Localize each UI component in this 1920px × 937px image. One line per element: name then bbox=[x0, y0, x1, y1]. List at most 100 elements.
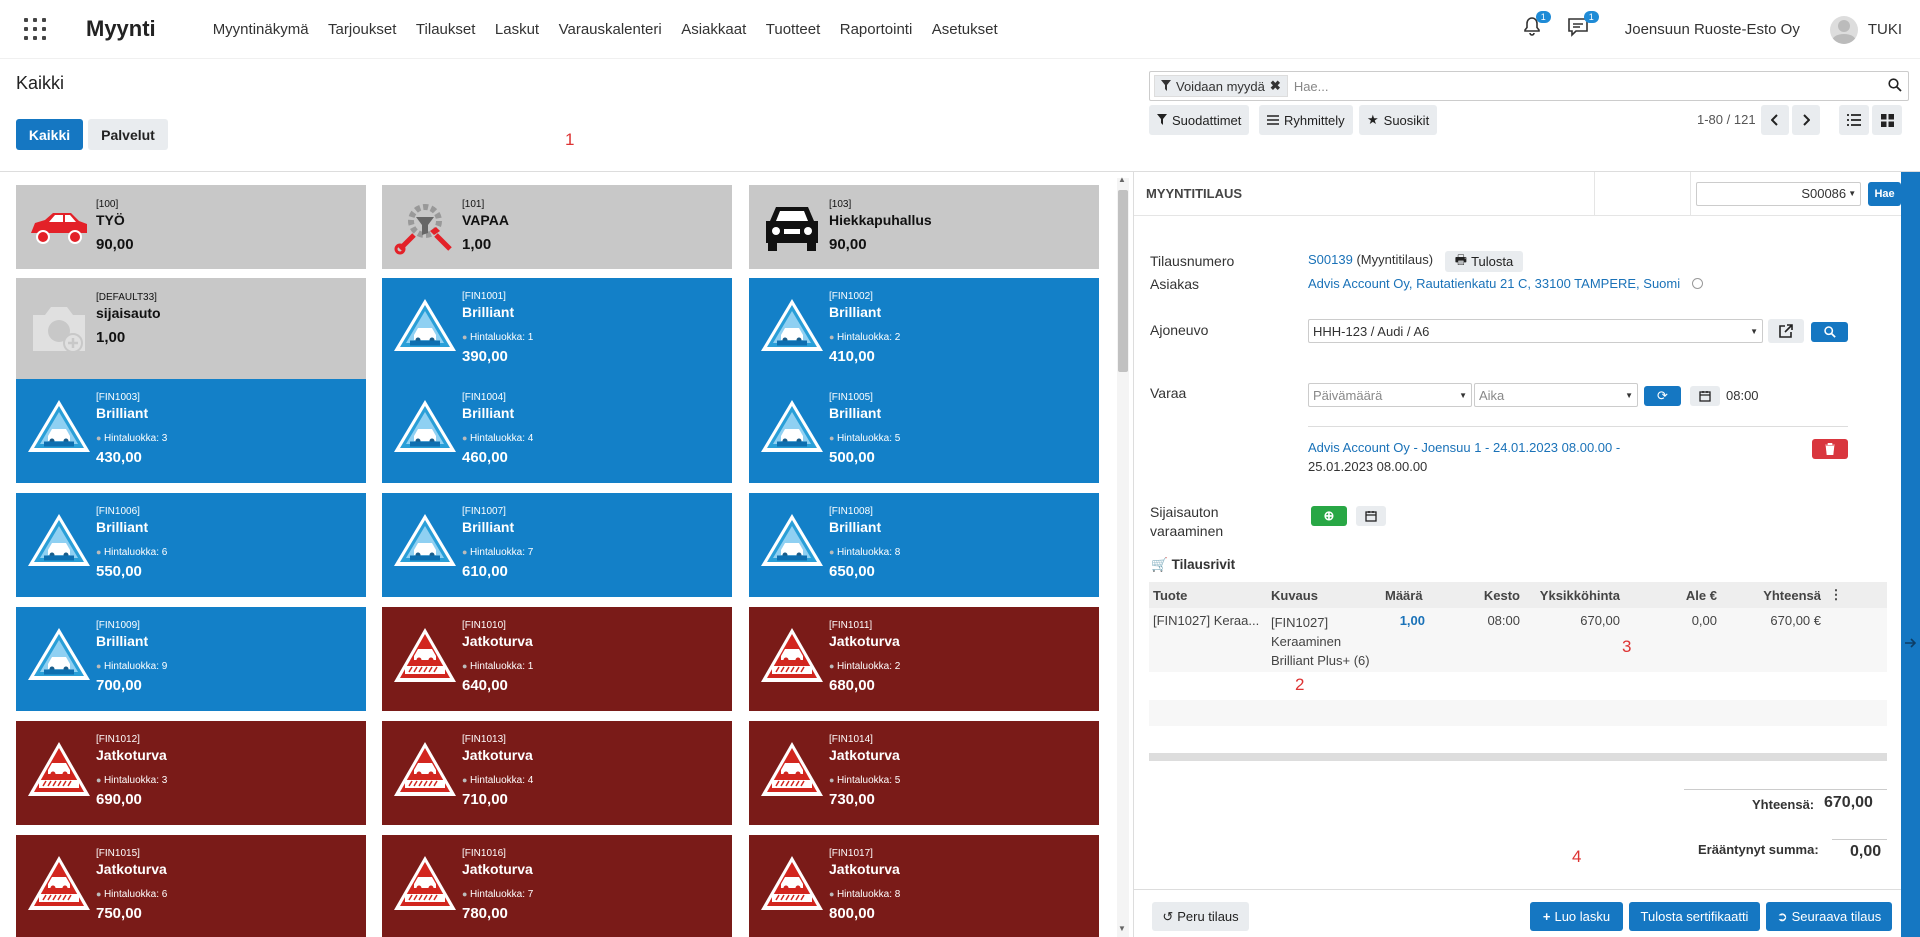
kanban-view-button[interactable] bbox=[1872, 105, 1902, 135]
line-unit-price[interactable]: 670,00 bbox=[1520, 613, 1620, 672]
pager-value[interactable]: 1-80 / 121 bbox=[1697, 112, 1756, 127]
menu-item[interactable]: Asetukset bbox=[932, 21, 998, 38]
filter-services-button[interactable]: Palvelut bbox=[88, 119, 168, 150]
calendar-button[interactable] bbox=[1690, 386, 1720, 406]
column-header[interactable]: Kesto bbox=[1425, 588, 1520, 603]
vehicle-select[interactable]: HHH-123 / Audi / A6 ▼ bbox=[1308, 319, 1763, 343]
product-card[interactable]: [FIN1001] Brilliant ● Hintaluokka: 1 390,00 bbox=[382, 278, 732, 382]
add-replacement-button[interactable]: ⊕ bbox=[1311, 506, 1347, 526]
booking-link[interactable]: Advis Account Oy - Joensuu 1 - 24.01.202… bbox=[1308, 440, 1620, 455]
line-desc-3: Brilliant Plus+ (6) bbox=[1271, 653, 1370, 668]
company-switcher[interactable]: Joensuun Ruoste-Esto Oy bbox=[1625, 21, 1800, 38]
order-select[interactable]: S00086 ▼ bbox=[1695, 181, 1862, 206]
column-header[interactable]: Tuote bbox=[1149, 588, 1267, 603]
pager-next-button[interactable] bbox=[1792, 105, 1820, 135]
order-lines-title: 🛒 Tilausrivit bbox=[1151, 557, 1235, 573]
product-card[interactable]: [FIN1009] Brilliant ● Hintaluokka: 9 700,00 bbox=[16, 607, 366, 711]
menu-item[interactable]: Asiakkaat bbox=[681, 21, 746, 38]
customer-radio[interactable] bbox=[1692, 278, 1703, 289]
scroll-up-icon[interactable]: ▲ bbox=[1118, 175, 1126, 184]
product-card[interactable]: [DEFAULT33] sijaisauto 1,00 bbox=[16, 278, 366, 382]
customer-link[interactable]: Advis Account Oy, Rautatienkatu 21 C, 33… bbox=[1308, 276, 1680, 291]
side-panel-toggle[interactable] bbox=[1901, 172, 1920, 937]
line-duration[interactable]: 08:00 bbox=[1425, 613, 1520, 672]
menu-item[interactable]: Varauskalenteri bbox=[559, 21, 662, 38]
column-header[interactable]: Yksikköhinta bbox=[1520, 588, 1620, 603]
replacement-calendar-button[interactable] bbox=[1356, 506, 1386, 526]
scrollbar-thumb[interactable] bbox=[1118, 190, 1128, 372]
next-order-button[interactable]: ➲ Seuraava tilaus bbox=[1766, 902, 1892, 931]
filter-all-button[interactable]: Kaikki bbox=[16, 119, 83, 150]
product-card[interactable]: [FIN1017] Jatkoturva ● Hintaluokka: 8 800,0… bbox=[749, 835, 1099, 937]
total-value: 670,00 bbox=[1824, 794, 1873, 811]
avatar[interactable] bbox=[1829, 15, 1858, 44]
product-card[interactable]: [FIN1015] Jatkoturva ● Hintaluokka: 6 750,0… bbox=[16, 835, 366, 937]
search-bar[interactable]: Voidaan myydä ✖ Hae... bbox=[1149, 71, 1909, 101]
list-view-button[interactable] bbox=[1839, 105, 1869, 135]
search-vehicle-button[interactable] bbox=[1811, 322, 1848, 342]
product-card[interactable]: [FIN1014] Jatkoturva ● Hintaluokka: 5 730,0… bbox=[749, 721, 1099, 825]
remove-facet-icon[interactable]: ✖ bbox=[1270, 78, 1281, 94]
total-label: Yhteensä: bbox=[1752, 797, 1815, 812]
product-card[interactable]: [FIN1004] Brilliant ● Hintaluokka: 4 460,00 bbox=[382, 379, 732, 483]
product-card[interactable]: [FIN1006] Brilliant ● Hintaluokka: 6 550,00 bbox=[16, 493, 366, 597]
product-card[interactable]: [FIN1008] Brilliant ● Hintaluokka: 8 650,00 bbox=[749, 493, 1099, 597]
apps-menu-icon[interactable] bbox=[24, 18, 46, 40]
favorites-button[interactable]: ★ Suosikit bbox=[1359, 105, 1438, 135]
product-card[interactable]: [103] Hiekkapuhallus 90,00 bbox=[749, 185, 1099, 269]
search-icon[interactable] bbox=[1888, 78, 1902, 95]
user-name[interactable]: TUKI bbox=[1868, 21, 1902, 38]
messages-icon[interactable]: 1 bbox=[1567, 11, 1599, 42]
product-card[interactable]: [101] VAPAA 1,00 bbox=[382, 185, 732, 269]
product-card[interactable]: [FIN1012] Jatkoturva ● Hintaluokka: 3 690,0… bbox=[16, 721, 366, 825]
product-card[interactable]: [FIN1016] Jatkoturva ● Hintaluokka: 7 780,0… bbox=[382, 835, 732, 937]
table-row[interactable]: [FIN1027] Keraa... [FIN1027] Keraaminen … bbox=[1149, 608, 1887, 672]
order-number-link[interactable]: S00139 bbox=[1308, 252, 1353, 267]
column-header[interactable]: Ale € bbox=[1620, 588, 1717, 603]
product-card[interactable]: [FIN1013] Jatkoturva ● Hintaluokka: 4 710,0… bbox=[382, 721, 732, 825]
menu-item[interactable]: Tuotteet bbox=[766, 21, 820, 38]
product-card[interactable]: [FIN1007] Brilliant ● Hintaluokka: 7 610,00 bbox=[382, 493, 732, 597]
delete-booking-button[interactable] bbox=[1812, 439, 1848, 459]
finikor-logo-icon bbox=[387, 738, 463, 808]
fetch-order-button[interactable]: Hae bbox=[1868, 181, 1901, 206]
filters-button[interactable]: Suodattimet bbox=[1149, 105, 1250, 135]
product-card[interactable]: [FIN1010] Jatkoturva ● Hintaluokka: 1 640,0… bbox=[382, 607, 732, 711]
bell-icon[interactable]: 1 bbox=[1523, 11, 1551, 42]
menu-item[interactable]: Laskut bbox=[495, 21, 539, 38]
product-card[interactable]: [100] TYÖ 90,00 bbox=[16, 185, 366, 269]
date-input[interactable]: Päivämäärä ▼ bbox=[1308, 383, 1472, 407]
pager-previous-button[interactable] bbox=[1761, 105, 1789, 135]
dot-icon: ● bbox=[96, 547, 104, 557]
dot-icon: ● bbox=[829, 433, 837, 443]
column-options-icon[interactable]: ⋮ bbox=[1821, 587, 1851, 603]
product-card[interactable]: [FIN1005] Brilliant ● Hintaluokka: 5 500,00 bbox=[749, 379, 1099, 483]
cancel-order-button[interactable]: ↺ Peru tilaus bbox=[1152, 902, 1249, 931]
column-header[interactable]: Määrä bbox=[1385, 588, 1425, 603]
refresh-button[interactable]: ⟳ bbox=[1644, 386, 1681, 406]
print-button[interactable]: 🖶 Tulosta bbox=[1445, 251, 1523, 272]
menu-item[interactable]: Myyntinäkymä bbox=[213, 21, 309, 38]
menu-item[interactable]: Tarjoukset bbox=[328, 21, 396, 38]
line-description[interactable]: [FIN1027] Keraaminen Brilliant Plus+ (6) bbox=[1267, 613, 1385, 672]
product-card[interactable]: [FIN1011] Jatkoturva ● Hintaluokka: 2 680,0… bbox=[749, 607, 1099, 711]
line-discount[interactable]: 0,00 bbox=[1620, 613, 1717, 672]
line-product[interactable]: [FIN1027] Keraa... bbox=[1149, 613, 1267, 672]
product-card[interactable]: [FIN1003] Brilliant ● Hintaluokka: 3 430,00 bbox=[16, 379, 366, 483]
line-quantity[interactable]: 1,00 bbox=[1385, 613, 1425, 672]
create-invoice-button[interactable]: + Luo lasku bbox=[1530, 902, 1623, 931]
column-header[interactable]: Yhteensä bbox=[1717, 588, 1821, 603]
time-input[interactable]: Aika ▼ bbox=[1474, 383, 1638, 407]
product-card[interactable]: [FIN1002] Brilliant ● Hintaluokka: 2 410,00 bbox=[749, 278, 1099, 382]
menu-item[interactable]: Raportointi bbox=[840, 21, 913, 38]
price-class: ● Hintaluokka: 3 bbox=[96, 433, 167, 444]
menu-item[interactable]: Tilaukset bbox=[416, 21, 475, 38]
open-vehicle-button[interactable] bbox=[1768, 319, 1804, 343]
scroll-down-icon[interactable]: ▼ bbox=[1118, 924, 1126, 933]
app-name[interactable]: Myynti bbox=[86, 16, 156, 42]
group-by-button[interactable]: Ryhmittely bbox=[1259, 105, 1353, 135]
search-input[interactable]: Hae... bbox=[1294, 79, 1329, 94]
horizontal-scrollbar[interactable] bbox=[1149, 753, 1887, 761]
print-certificate-button[interactable]: Tulosta sertifikaatti bbox=[1629, 902, 1760, 931]
column-header[interactable]: Kuvaus bbox=[1267, 588, 1385, 603]
